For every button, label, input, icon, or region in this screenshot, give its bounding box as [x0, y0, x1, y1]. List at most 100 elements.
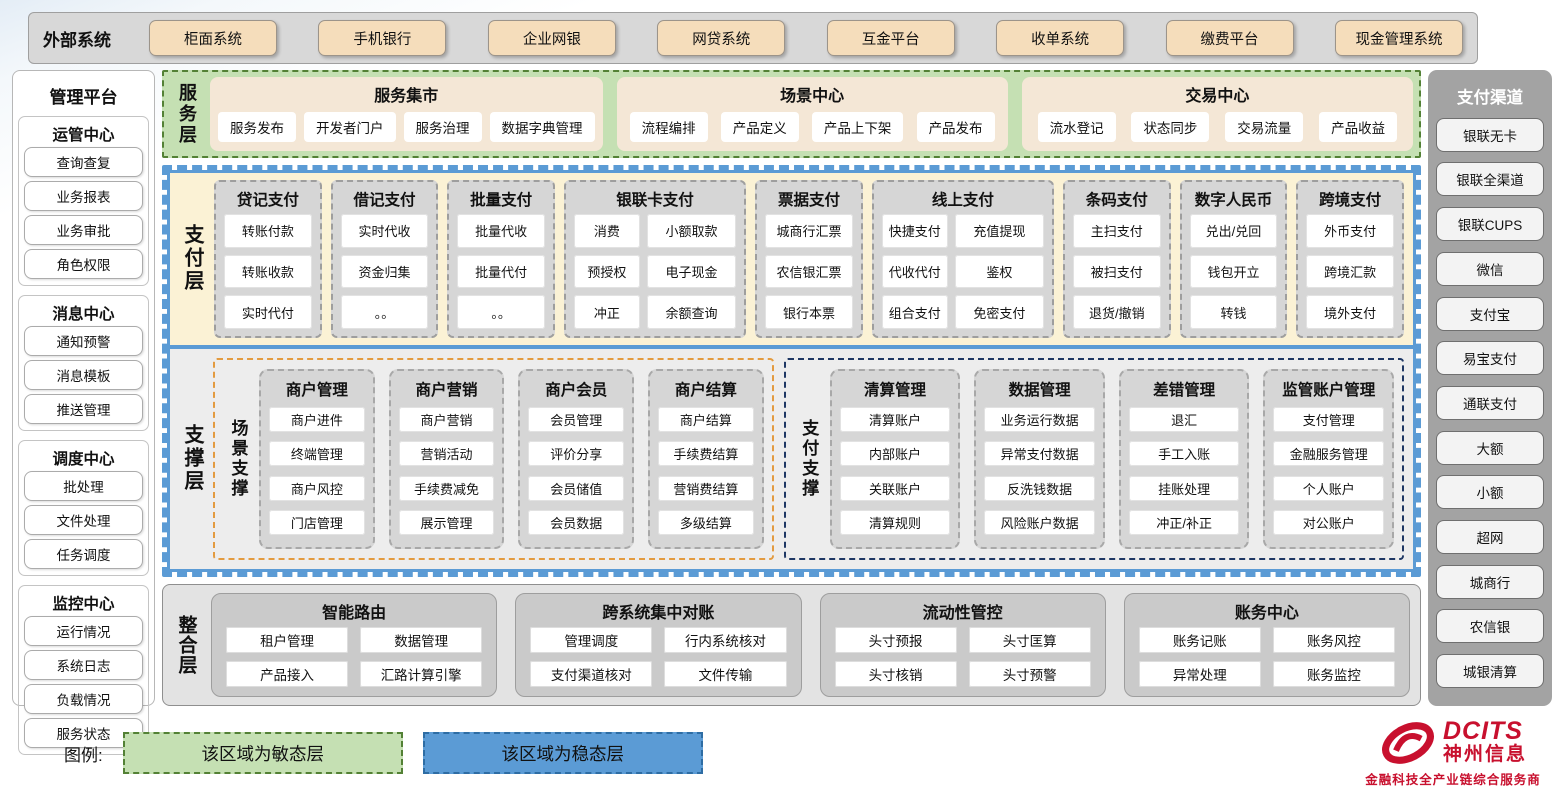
management-item-button[interactable]: 业务报表: [24, 181, 143, 211]
payment-channel-button[interactable]: 大额: [1436, 431, 1544, 465]
payment-item-button[interactable]: 批量代收: [457, 214, 545, 248]
integration-item-button[interactable]: 汇路计算引擎: [360, 661, 482, 687]
management-item-button[interactable]: 批处理: [24, 471, 143, 501]
service-item-button[interactable]: 产品定义: [721, 112, 799, 142]
payment-item-button[interactable]: 农信银汇票: [765, 255, 853, 289]
payment-item-button[interactable]: 冲正: [574, 295, 640, 329]
payment-channel-button[interactable]: 超网: [1436, 520, 1544, 554]
payment-item-button[interactable]: 免密支付: [955, 295, 1044, 329]
management-item-button[interactable]: 运行情况: [24, 616, 143, 646]
support-item-button[interactable]: 冲正/补正: [1129, 510, 1240, 535]
management-item-button[interactable]: 系统日志: [24, 650, 143, 680]
external-system-button[interactable]: 缴费平台: [1166, 20, 1294, 56]
service-item-button[interactable]: 交易流量: [1225, 112, 1303, 142]
external-system-button[interactable]: 网贷系统: [657, 20, 785, 56]
support-item-button[interactable]: 评价分享: [528, 441, 624, 466]
service-item-button[interactable]: 服务治理: [404, 112, 482, 142]
support-item-button[interactable]: 商户风控: [269, 476, 365, 501]
external-system-button[interactable]: 互金平台: [827, 20, 955, 56]
payment-channel-button[interactable]: 易宝支付: [1436, 341, 1544, 375]
support-item-button[interactable]: 手工入账: [1129, 441, 1240, 466]
payment-item-button[interactable]: 。。: [457, 295, 545, 329]
payment-item-button[interactable]: 实时代收: [341, 214, 429, 248]
support-item-button[interactable]: 手续费减免: [399, 476, 495, 501]
integration-item-button[interactable]: 头寸预报: [835, 627, 957, 653]
payment-channel-button[interactable]: 小额: [1436, 475, 1544, 509]
payment-item-button[interactable]: 银行本票: [765, 295, 853, 329]
service-item-button[interactable]: 流程编排: [630, 112, 708, 142]
management-item-button[interactable]: 角色权限: [24, 249, 143, 279]
payment-item-button[interactable]: 资金归集: [341, 255, 429, 289]
payment-item-button[interactable]: 充值提现: [955, 214, 1044, 248]
management-item-button[interactable]: 文件处理: [24, 505, 143, 535]
payment-channel-button[interactable]: 支付宝: [1436, 297, 1544, 331]
payment-item-button[interactable]: 鉴权: [955, 255, 1044, 289]
support-item-button[interactable]: 对公账户: [1273, 510, 1384, 535]
payment-item-button[interactable]: 主扫支付: [1073, 214, 1161, 248]
support-item-button[interactable]: 展示管理: [399, 510, 495, 535]
payment-item-button[interactable]: 转账收款: [224, 255, 312, 289]
integration-item-button[interactable]: 账务记账: [1139, 627, 1261, 653]
management-item-button[interactable]: 查询查复: [24, 147, 143, 177]
support-item-button[interactable]: 挂账处理: [1129, 476, 1240, 501]
integration-item-button[interactable]: 行内系统核对: [664, 627, 786, 653]
integration-item-button[interactable]: 文件传输: [664, 661, 786, 687]
service-item-button[interactable]: 状态同步: [1131, 112, 1209, 142]
payment-item-button[interactable]: 境外支付: [1306, 295, 1394, 329]
payment-channel-button[interactable]: 银联CUPS: [1436, 207, 1544, 241]
integration-item-button[interactable]: 头寸预警: [969, 661, 1091, 687]
integration-item-button[interactable]: 账务风控: [1273, 627, 1395, 653]
support-item-button[interactable]: 业务运行数据: [984, 407, 1095, 432]
support-item-button[interactable]: 异常支付数据: [984, 441, 1095, 466]
service-item-button[interactable]: 开发者门户: [304, 112, 396, 142]
support-item-button[interactable]: 金融服务管理: [1273, 441, 1384, 466]
payment-channel-button[interactable]: 农信银: [1436, 609, 1544, 643]
integration-item-button[interactable]: 账务监控: [1273, 661, 1395, 687]
payment-item-button[interactable]: 转钱: [1190, 295, 1278, 329]
payment-channel-button[interactable]: 城商行: [1436, 565, 1544, 599]
service-item-button[interactable]: 产品收益: [1319, 112, 1397, 142]
support-item-button[interactable]: 手续费结算: [658, 441, 754, 466]
payment-item-button[interactable]: 转账付款: [224, 214, 312, 248]
external-system-button[interactable]: 企业网银: [488, 20, 616, 56]
service-item-button[interactable]: 数据字典管理: [490, 112, 595, 142]
external-system-button[interactable]: 手机银行: [318, 20, 446, 56]
support-item-button[interactable]: 营销活动: [399, 441, 495, 466]
management-item-button[interactable]: 消息模板: [24, 360, 143, 390]
integration-item-button[interactable]: 异常处理: [1139, 661, 1261, 687]
support-item-button[interactable]: 个人账户: [1273, 476, 1384, 501]
integration-item-button[interactable]: 头寸匡算: [969, 627, 1091, 653]
payment-item-button[interactable]: 快捷支付: [882, 214, 948, 248]
external-system-button[interactable]: 现金管理系统: [1335, 20, 1463, 56]
management-item-button[interactable]: 任务调度: [24, 539, 143, 569]
support-item-button[interactable]: 清算规则: [840, 510, 951, 535]
integration-item-button[interactable]: 产品接入: [226, 661, 348, 687]
integration-item-button[interactable]: 数据管理: [360, 627, 482, 653]
payment-item-button[interactable]: 钱包开立: [1190, 255, 1278, 289]
support-item-button[interactable]: 内部账户: [840, 441, 951, 466]
support-item-button[interactable]: 终端管理: [269, 441, 365, 466]
support-item-button[interactable]: 门店管理: [269, 510, 365, 535]
external-system-button[interactable]: 柜面系统: [149, 20, 277, 56]
management-item-button[interactable]: 业务审批: [24, 215, 143, 245]
service-item-button[interactable]: 流水登记: [1038, 112, 1116, 142]
payment-channel-button[interactable]: 城银清算: [1436, 654, 1544, 688]
support-item-button[interactable]: 商户进件: [269, 407, 365, 432]
support-item-button[interactable]: 会员管理: [528, 407, 624, 432]
payment-item-button[interactable]: 批量代付: [457, 255, 545, 289]
payment-item-button[interactable]: 实时代付: [224, 295, 312, 329]
payment-item-button[interactable]: 城商行汇票: [765, 214, 853, 248]
support-item-button[interactable]: 商户结算: [658, 407, 754, 432]
payment-item-button[interactable]: 电子现金: [647, 255, 736, 289]
payment-item-button[interactable]: 被扫支付: [1073, 255, 1161, 289]
payment-item-button[interactable]: 退货/撤销: [1073, 295, 1161, 329]
payment-channel-button[interactable]: 银联无卡: [1436, 118, 1544, 152]
payment-channel-button[interactable]: 微信: [1436, 252, 1544, 286]
management-item-button[interactable]: 推送管理: [24, 394, 143, 424]
payment-item-button[interactable]: 。。: [341, 295, 429, 329]
support-item-button[interactable]: 退汇: [1129, 407, 1240, 432]
management-item-button[interactable]: 通知预警: [24, 326, 143, 356]
service-item-button[interactable]: 产品发布: [917, 112, 995, 142]
service-item-button[interactable]: 产品上下架: [812, 112, 904, 142]
support-item-button[interactable]: 多级结算: [658, 510, 754, 535]
